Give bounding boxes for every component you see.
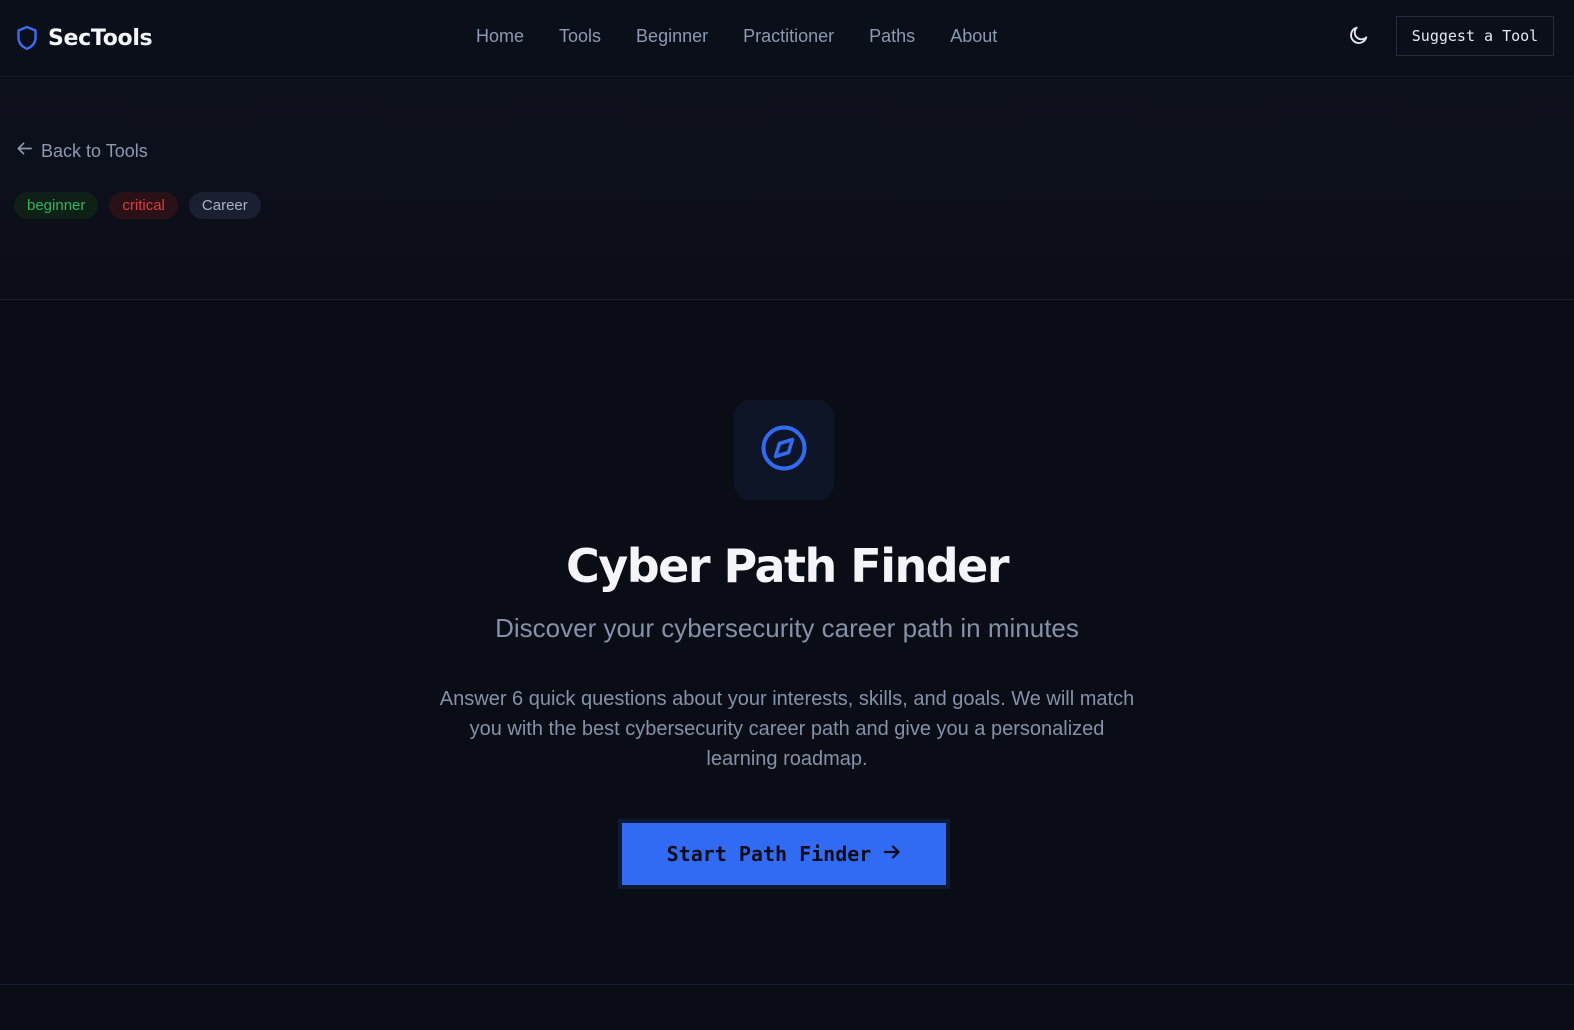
- back-to-tools-link[interactable]: Back to Tools: [16, 139, 148, 163]
- tool-header-section: [0, 78, 1574, 300]
- compass-tile: [734, 400, 834, 500]
- arrow-right-icon: [883, 842, 901, 866]
- compass-icon: [759, 423, 809, 478]
- page-description: Answer 6 quick questions about your inte…: [439, 688, 1135, 770]
- suggest-tool-button[interactable]: Suggest a Tool: [1396, 16, 1554, 56]
- tag-critical: critical: [109, 192, 178, 219]
- arrow-left-icon: [16, 140, 33, 162]
- tag-beginner: beginner: [14, 192, 99, 219]
- brand-name: SecTools: [48, 25, 153, 51]
- top-navigation-bar: SecTools Home Tools Beginner Practitione…: [0, 0, 1574, 77]
- page-title: Cyber Path Finder: [565, 539, 1010, 593]
- nav-practitioner[interactable]: Practitioner: [743, 24, 834, 48]
- nav-tools[interactable]: Tools: [559, 24, 601, 48]
- shield-icon: [16, 25, 38, 51]
- moon-icon: [1348, 24, 1370, 51]
- nav-beginner[interactable]: Beginner: [636, 24, 708, 48]
- main-nav: Home Tools Beginner Practitioner Paths A…: [476, 24, 1032, 48]
- footer-divider: [0, 984, 1574, 985]
- theme-toggle-button[interactable]: [1346, 24, 1372, 50]
- start-path-finder-button[interactable]: Start Path Finder: [622, 823, 946, 885]
- back-link-label: Back to Tools: [41, 140, 148, 161]
- page-subtitle: Discover your cybersecurity career path …: [495, 613, 1079, 643]
- nav-home[interactable]: Home: [476, 24, 524, 48]
- nav-about[interactable]: About: [950, 24, 997, 48]
- nav-paths[interactable]: Paths: [869, 24, 915, 48]
- tag-list: beginner critical Career: [14, 192, 261, 219]
- start-button-label: Start Path Finder: [666, 842, 872, 866]
- brand-logo[interactable]: SecTools: [16, 22, 153, 54]
- tag-career: Career: [188, 192, 261, 219]
